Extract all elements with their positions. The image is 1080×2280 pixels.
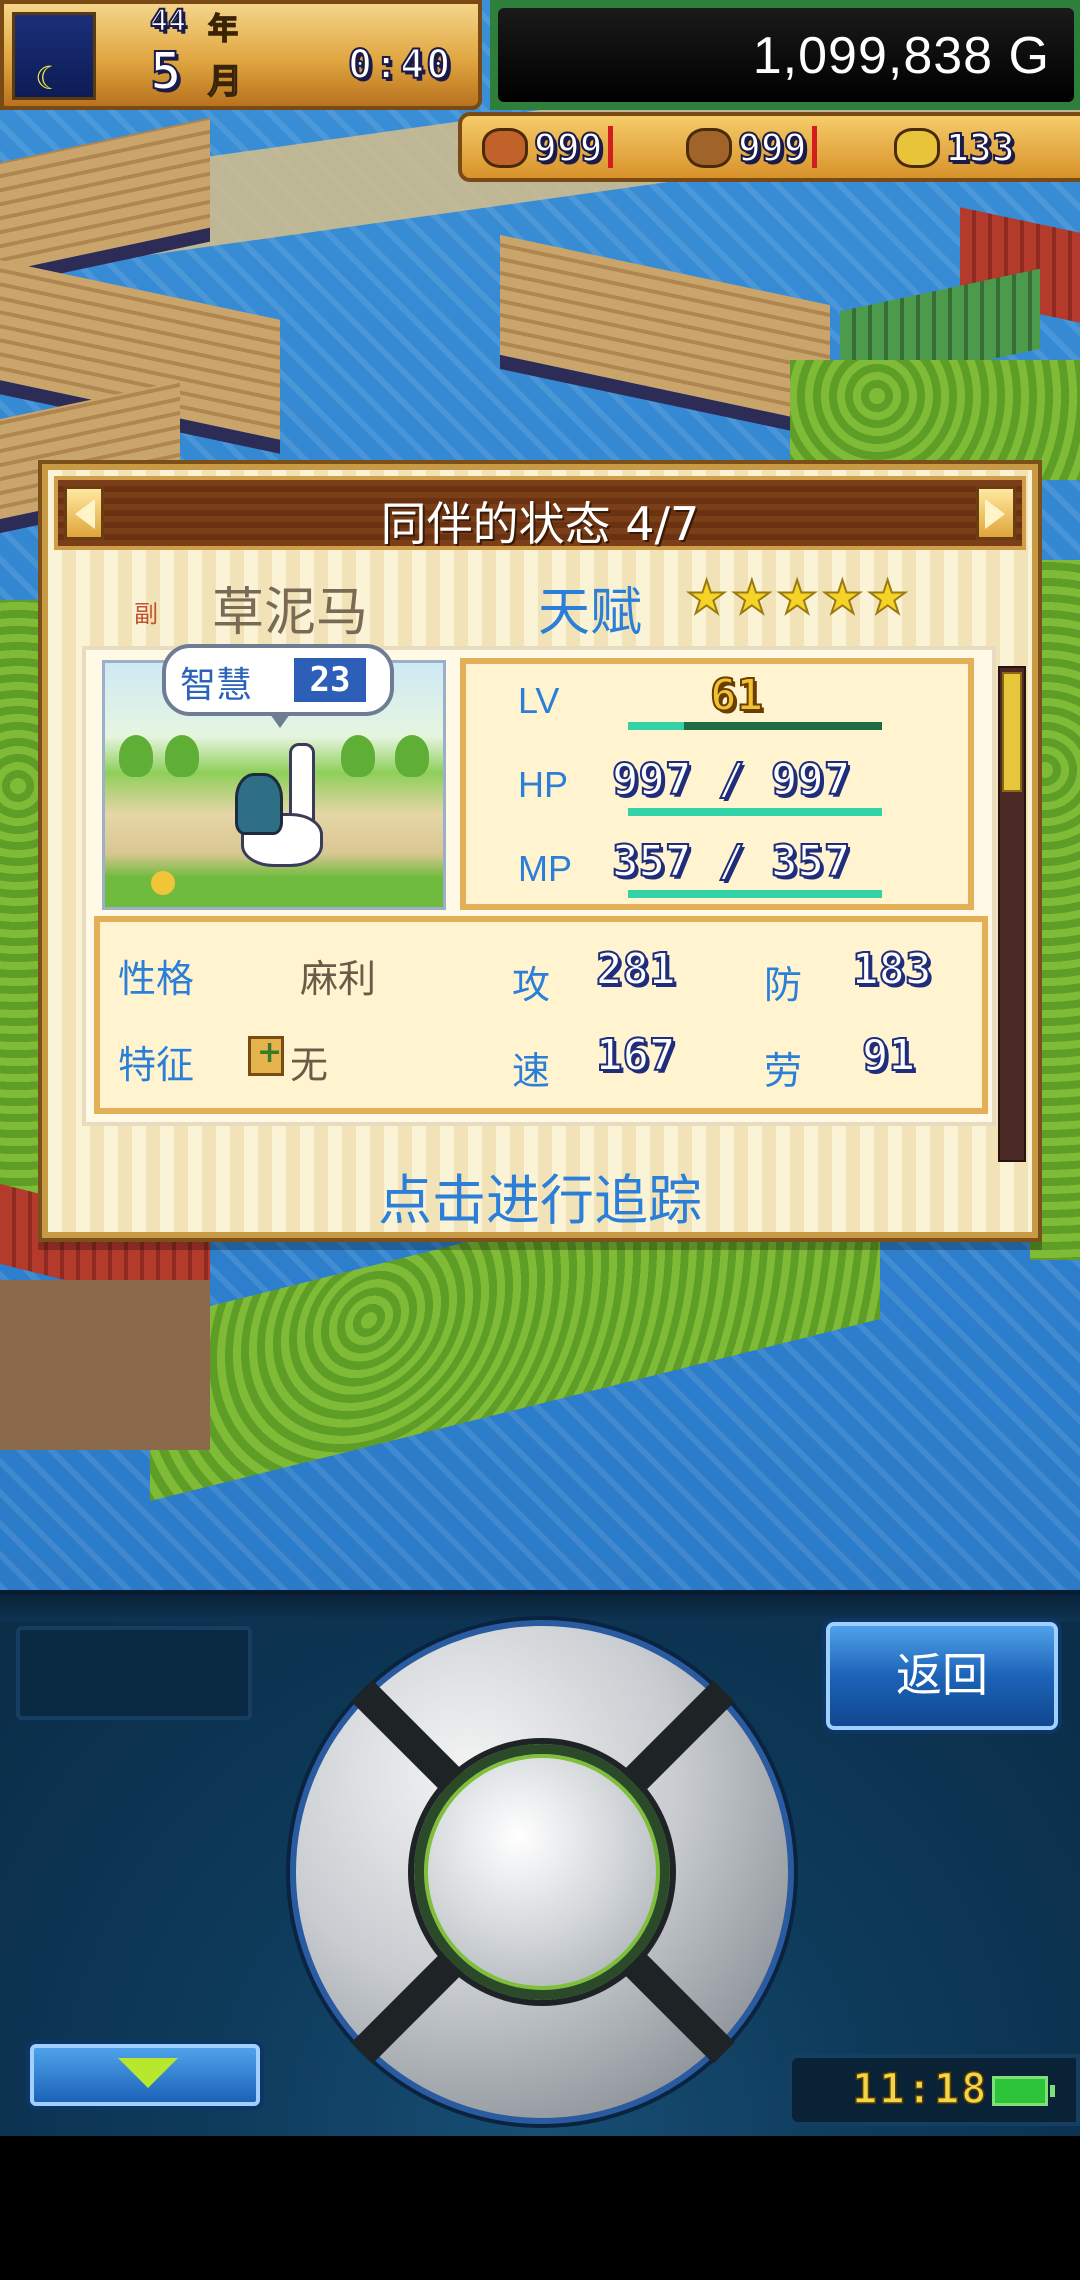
divider (607, 126, 613, 168)
attack-value: 281 (595, 943, 676, 996)
arrow-right-icon (985, 499, 1005, 529)
mp-value: 357 / 357 (611, 835, 851, 888)
panel-scrollbar[interactable] (998, 666, 1026, 1162)
status-content: 智慧 23 LV 61 HP 997 / 997 MP 357 / 357 性格… (82, 644, 996, 1126)
controller-top-edge (0, 1594, 1080, 1622)
moon-icon: ☾ (35, 59, 64, 97)
attribute-box: 性格 麻利 特征 无 攻 281 防 183 速 167 劳 91 (94, 916, 988, 1114)
date-panel: ☾ 44 年 5 月 0:40 (0, 0, 482, 110)
resource-value: 999 (737, 125, 808, 171)
month-label: 月 (207, 61, 243, 103)
mp-bar (628, 890, 882, 898)
trait-label: 特征 (118, 1043, 195, 1087)
labor-value: 91 (861, 1029, 916, 1082)
wisdom-bubble: 智慧 23 (162, 644, 394, 728)
wood-icon (686, 128, 732, 168)
divider (811, 126, 817, 168)
season-night-icon: ☾ (12, 12, 96, 100)
mp-label: MP (518, 848, 572, 889)
personality-label: 性格 (118, 957, 195, 1001)
exp-bar (628, 722, 882, 730)
talent-stars: ★ ★ ★ ★ ★ (685, 570, 909, 624)
resource-value: 999 (533, 125, 604, 171)
dpad[interactable] (290, 1620, 794, 2124)
star-icon: ★ (775, 570, 818, 624)
chevron-down-icon (118, 2058, 178, 2088)
star-icon: ★ (821, 570, 864, 624)
wisdom-value: 23 (294, 658, 366, 702)
speed-value: 167 (595, 1029, 676, 1082)
controller-panel: 返回 11:18 (0, 1590, 1080, 2136)
companion-name: 草泥马 (212, 583, 369, 643)
personality-value: 麻利 (300, 957, 377, 1001)
game-clock: 0:40 (347, 41, 453, 89)
resource-gold: 133 (894, 122, 1016, 174)
star-icon: ★ (685, 570, 728, 624)
star-icon: ★ (730, 570, 773, 624)
resource-value: 133 (945, 125, 1016, 171)
back-button[interactable]: 返回 (826, 1622, 1058, 1730)
track-link[interactable]: 点击进行追踪 (48, 1156, 1032, 1235)
grass-area (790, 360, 1080, 480)
sub-mark: 副 (134, 600, 158, 628)
labor-label: 劳 (764, 1049, 803, 1093)
money-value: 1,099,838 G (752, 27, 1050, 85)
shore-building (0, 1280, 210, 1450)
level-stats-box: LV 61 HP 997 / 997 MP 357 / 357 (460, 658, 974, 910)
tree-icon (119, 735, 153, 777)
resource-bar: 999 999 133 (458, 112, 1080, 182)
hp-label: HP (518, 764, 569, 805)
tree-icon (341, 735, 375, 777)
month-value: 5 (149, 41, 182, 103)
panel-header: 同伴的状态 4/7 (54, 476, 1026, 551)
year-label: 年 (207, 11, 239, 48)
money-inner: 1,099,838 G (498, 8, 1074, 102)
star-icon: ★ (866, 570, 909, 624)
empty-button-slot (16, 1626, 252, 1720)
gold-coin-icon (894, 128, 940, 168)
dock-tile (500, 234, 830, 440)
resource-food: 999 (482, 122, 613, 174)
food-icon (482, 128, 528, 168)
device-time: 11:18 (851, 2063, 989, 2114)
hp-value: 997 / 997 (611, 753, 851, 806)
scroll-thumb[interactable] (1002, 672, 1022, 792)
resource-wood: 999 (686, 122, 817, 174)
lv-label: LV (518, 680, 560, 721)
dpad-center-button[interactable] (414, 1744, 670, 2000)
wisdom-label: 智慧 (180, 665, 253, 706)
tree-icon (395, 735, 429, 777)
device-status: 11:18 (788, 2054, 1080, 2126)
dock-tile (0, 117, 210, 287)
menu-toggle-button[interactable] (30, 2044, 260, 2106)
defense-value: 183 (851, 943, 932, 996)
speed-label: 速 (512, 1049, 551, 1093)
trait-icon (248, 1035, 284, 1076)
flower-icon (151, 871, 175, 895)
battery-icon (992, 2076, 1055, 2106)
next-companion-button[interactable] (976, 486, 1016, 540)
hp-bar (628, 808, 882, 816)
trait-value: 无 (290, 1043, 329, 1087)
tree-icon (165, 735, 199, 777)
panel-title: 同伴的状态 4/7 (380, 497, 700, 551)
year-value: 44 (149, 3, 187, 40)
talent-label: 天赋 (538, 583, 643, 643)
lv-value: 61 (709, 669, 764, 722)
attack-label: 攻 (512, 963, 551, 1007)
defense-label: 防 (764, 963, 803, 1007)
money-display: 1,099,838 G (490, 0, 1080, 110)
companion-status-panel: 同伴的状态 4/7 副 草泥马 天赋 ★ ★ ★ ★ ★ 智慧 23 LV 61… (42, 464, 1038, 1238)
rider-sprite (235, 773, 283, 835)
